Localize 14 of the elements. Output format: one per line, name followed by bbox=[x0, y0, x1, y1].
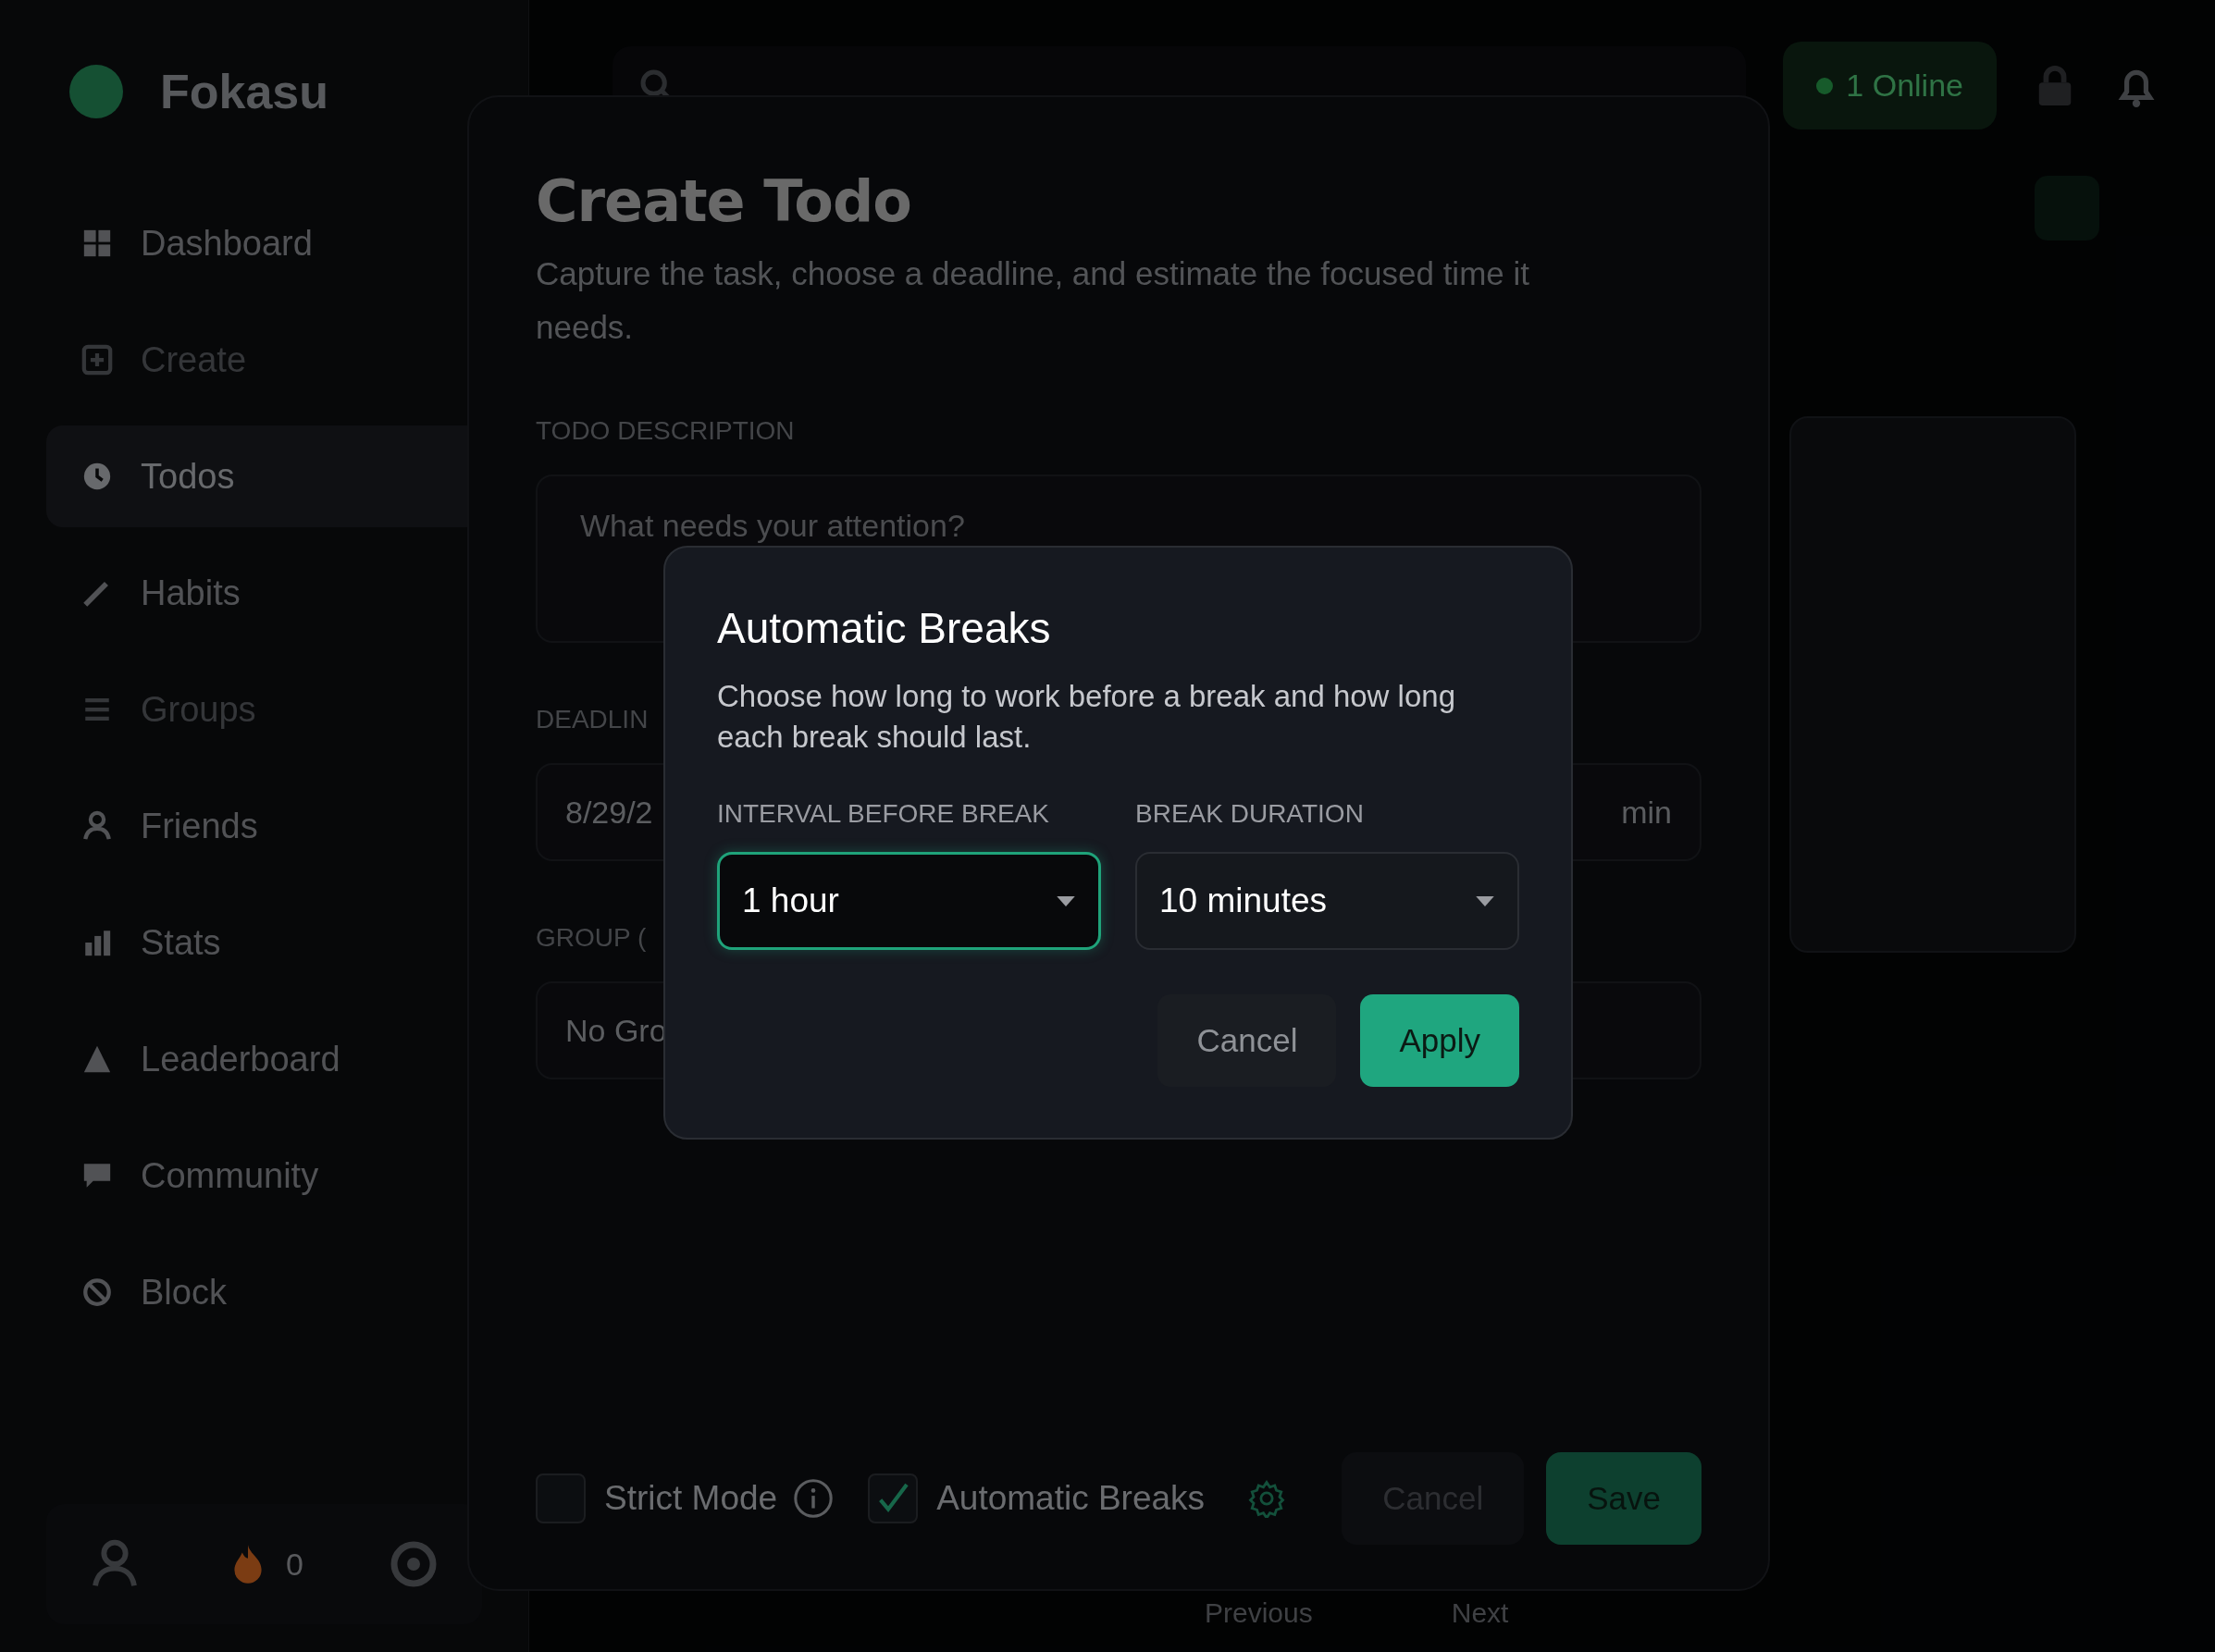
dialog-title: Automatic Breaks bbox=[717, 603, 1052, 654]
dialog-description: Choose how long to work before a break and how long each break should last. bbox=[717, 678, 1456, 757]
online-badge: 1 Online bbox=[1783, 42, 1997, 129]
dialog-title: Create Todo bbox=[536, 167, 912, 237]
checkbox-label: Automatic Breaks bbox=[936, 1478, 1206, 1520]
streak-count: 0 bbox=[286, 1545, 303, 1584]
field-label: GROUP ( bbox=[536, 922, 647, 955]
field-label: INTERVAL BEFORE BREAK bbox=[717, 798, 1050, 831]
checkbox-label: Strict Mode bbox=[604, 1478, 778, 1520]
field-label: DEADLIN bbox=[536, 704, 649, 736]
field-label: TODO DESCRIPTION bbox=[536, 415, 795, 448]
brand-name: Fokasu bbox=[160, 64, 329, 120]
field-label: BREAK DURATION bbox=[1135, 798, 1365, 831]
dialog-description: Capture the task, choose a deadline, and estimate the focused time it needs. bbox=[536, 254, 1530, 348]
